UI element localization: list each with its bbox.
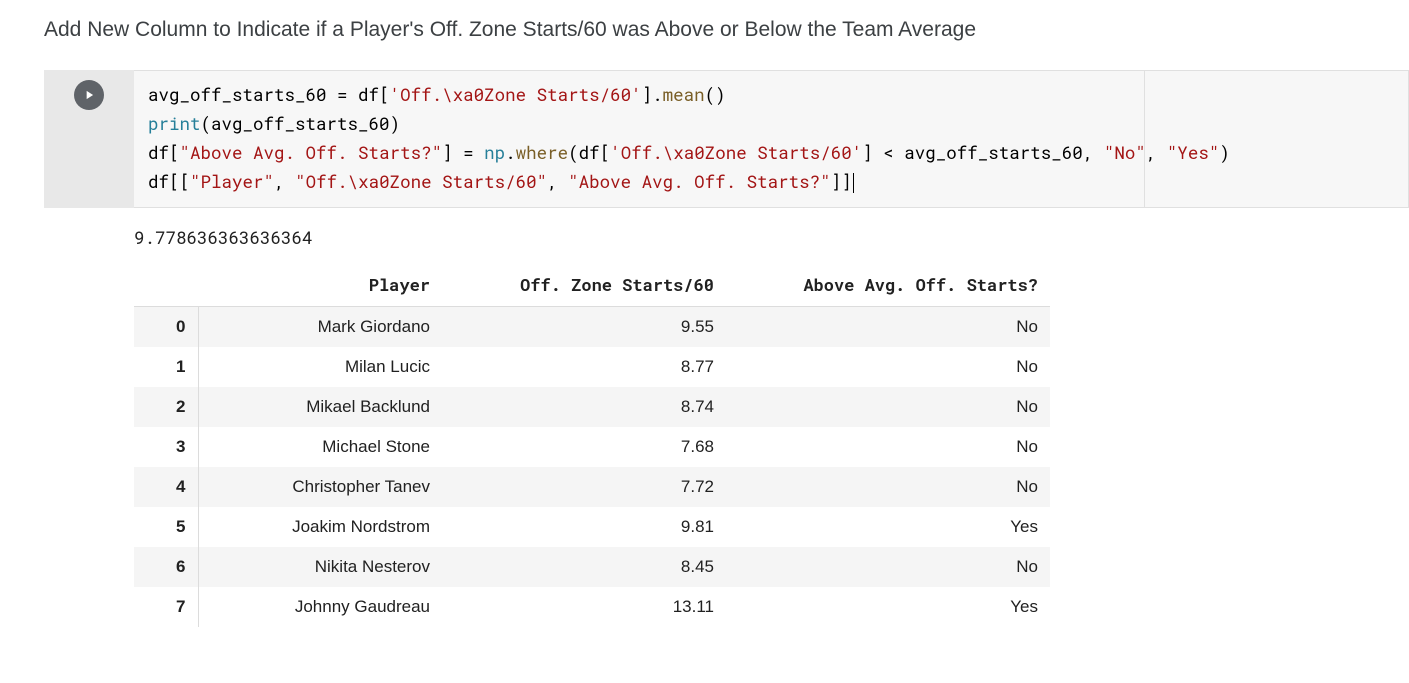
cell-player: Joakim Nordstrom bbox=[198, 507, 442, 547]
run-cell-button[interactable] bbox=[74, 80, 104, 110]
corner-cell bbox=[134, 263, 198, 307]
dataframe-table: Player Off. Zone Starts/60 Above Avg. Of… bbox=[134, 263, 1050, 627]
row-index: 1 bbox=[134, 347, 198, 387]
cell-player: Nikita Nesterov bbox=[198, 547, 442, 587]
row-index: 0 bbox=[134, 306, 198, 347]
code-cell: avg_off_starts_60 = df['Off.\xa0Zone Sta… bbox=[44, 70, 1409, 208]
cell-starts: 8.77 bbox=[442, 347, 726, 387]
row-index: 2 bbox=[134, 387, 198, 427]
cell-output: 9.778636363636364 Player Off. Zone Start… bbox=[134, 208, 1409, 627]
col-header-above: Above Avg. Off. Starts? bbox=[726, 263, 1050, 307]
cell-starts: 8.74 bbox=[442, 387, 726, 427]
cell-starts: 9.81 bbox=[442, 507, 726, 547]
cell-above: No bbox=[726, 347, 1050, 387]
table-row: 0Mark Giordano9.55No bbox=[134, 306, 1050, 347]
stdout-output: 9.778636363636364 bbox=[134, 226, 1409, 249]
cell-player: Johnny Gaudreau bbox=[198, 587, 442, 627]
cell-above: No bbox=[726, 547, 1050, 587]
code-editor[interactable]: avg_off_starts_60 = df['Off.\xa0Zone Sta… bbox=[134, 70, 1409, 208]
cell-starts: 9.55 bbox=[442, 306, 726, 347]
cell-player: Mark Giordano bbox=[198, 306, 442, 347]
cell-starts: 13.11 bbox=[442, 587, 726, 627]
cell-above: Yes bbox=[726, 507, 1050, 547]
table-row: 1Milan Lucic8.77No bbox=[134, 347, 1050, 387]
play-icon bbox=[82, 88, 96, 102]
cell-above: No bbox=[726, 427, 1050, 467]
table-row: 4Christopher Tanev7.72No bbox=[134, 467, 1050, 507]
row-index: 7 bbox=[134, 587, 198, 627]
cell-above: No bbox=[726, 467, 1050, 507]
cell-above: Yes bbox=[726, 587, 1050, 627]
cell-starts: 8.45 bbox=[442, 547, 726, 587]
cell-above: No bbox=[726, 306, 1050, 347]
row-index: 4 bbox=[134, 467, 198, 507]
col-header-player: Player bbox=[198, 263, 442, 307]
cell-player: Christopher Tanev bbox=[198, 467, 442, 507]
header-row: Player Off. Zone Starts/60 Above Avg. Of… bbox=[134, 263, 1050, 307]
cell-gutter bbox=[44, 70, 134, 208]
table-row: 6Nikita Nesterov8.45No bbox=[134, 547, 1050, 587]
cell-player: Mikael Backlund bbox=[198, 387, 442, 427]
cell-player: Milan Lucic bbox=[198, 347, 442, 387]
cursor-icon bbox=[853, 173, 854, 193]
code-content: avg_off_starts_60 = df['Off.\xa0Zone Sta… bbox=[148, 81, 1394, 197]
notebook-page: Add New Column to Indicate if a Player's… bbox=[0, 0, 1409, 657]
cell-starts: 7.72 bbox=[442, 467, 726, 507]
col-header-starts: Off. Zone Starts/60 bbox=[442, 263, 726, 307]
cell-starts: 7.68 bbox=[442, 427, 726, 467]
row-index: 3 bbox=[134, 427, 198, 467]
table-row: 7Johnny Gaudreau13.11Yes bbox=[134, 587, 1050, 627]
table-row: 5Joakim Nordstrom9.81Yes bbox=[134, 507, 1050, 547]
row-index: 6 bbox=[134, 547, 198, 587]
table-row: 3Michael Stone7.68No bbox=[134, 427, 1050, 467]
cell-above: No bbox=[726, 387, 1050, 427]
cell-player: Michael Stone bbox=[198, 427, 442, 467]
table-row: 2Mikael Backlund8.74No bbox=[134, 387, 1050, 427]
section-heading: Add New Column to Indicate if a Player's… bbox=[44, 18, 1409, 42]
row-index: 5 bbox=[134, 507, 198, 547]
